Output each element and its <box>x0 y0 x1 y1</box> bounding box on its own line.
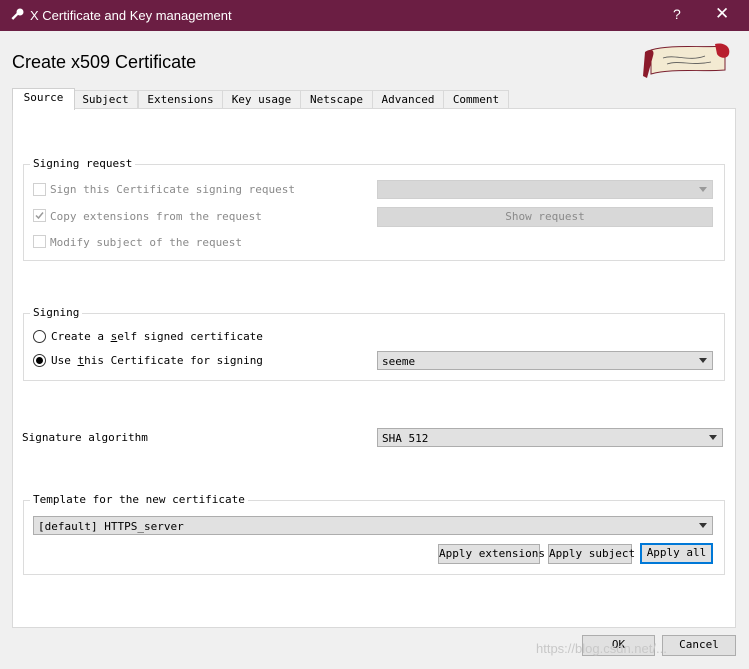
self-signed-label-pre: Create a <box>51 330 111 343</box>
use-certificate-radio[interactable] <box>33 354 46 367</box>
template-select[interactable]: [default] HTTPS_server <box>33 516 713 535</box>
window-title: X Certificate and Key management <box>30 8 232 23</box>
title-bar: X Certificate and Key management ? ✕ <box>0 0 749 31</box>
tab-key-usage[interactable]: Key usage <box>222 90 301 108</box>
chevron-down-icon <box>699 523 707 528</box>
tab-subject[interactable]: Subject <box>73 90 138 108</box>
signer-certificate-select[interactable]: seeme <box>377 351 713 370</box>
app-logo <box>643 43 730 78</box>
close-button[interactable]: ✕ <box>715 4 729 24</box>
self-signed-label: Create a self signed certificate <box>51 330 263 343</box>
self-signed-label-post: elf signed certificate <box>117 330 263 343</box>
tab-netscape[interactable]: Netscape <box>300 90 373 108</box>
signer-certificate-value: seeme <box>382 355 416 368</box>
key-icon <box>11 8 24 20</box>
watermark: https://blog.csdn.net/... <box>536 641 667 656</box>
chevron-down-icon <box>699 187 707 192</box>
modify-subject-checkbox[interactable] <box>33 235 46 248</box>
signature-algorithm-value: SHA 512 <box>382 432 429 445</box>
signing-legend: Signing <box>30 306 83 319</box>
use-certificate-label: Use this Certificate for signing <box>51 354 263 367</box>
copy-extensions-label: Copy extensions from the request <box>50 210 262 223</box>
signing-request-legend: Signing request <box>30 157 136 170</box>
cancel-button[interactable]: Cancel <box>662 635 736 656</box>
radio-selected-dot <box>36 357 43 364</box>
template-legend: Template for the new certificate <box>30 493 248 506</box>
apply-subject-button[interactable]: Apply subject <box>548 544 635 564</box>
help-button[interactable]: ? <box>673 6 681 22</box>
signature-algorithm-select[interactable]: SHA 512 <box>377 428 723 447</box>
self-signed-radio[interactable] <box>33 330 46 343</box>
request-select[interactable] <box>377 180 713 199</box>
tab-extensions[interactable]: Extensions <box>138 90 223 108</box>
template-value: [default] HTTPS_server <box>38 520 184 533</box>
tab-comment[interactable]: Comment <box>443 90 509 108</box>
sign-csr-checkbox[interactable] <box>33 183 46 196</box>
checkmark-icon <box>35 212 44 220</box>
apply-extensions-button[interactable]: Apply extensions <box>438 544 545 564</box>
chevron-down-icon <box>699 358 707 363</box>
use-certificate-label-post: his Certificate for signing <box>84 354 263 367</box>
modify-subject-label: Modify subject of the request <box>50 236 243 249</box>
chevron-down-icon <box>709 435 717 440</box>
copy-extensions-checkbox[interactable] <box>33 209 46 222</box>
show-request-button[interactable]: Show request <box>377 207 713 227</box>
sign-csr-label: Sign this Certificate signing request <box>50 183 296 196</box>
signature-algorithm-label: Signature algorithm <box>22 431 148 444</box>
tab-advanced[interactable]: Advanced <box>372 90 444 108</box>
tab-source[interactable]: Source <box>12 88 75 110</box>
signing-group: Signing <box>23 306 725 381</box>
use-certificate-label-pre: Use <box>51 354 78 367</box>
apply-all-button[interactable]: Apply all <box>640 543 713 564</box>
dialog-heading: Create x509 Certificate <box>12 52 197 72</box>
